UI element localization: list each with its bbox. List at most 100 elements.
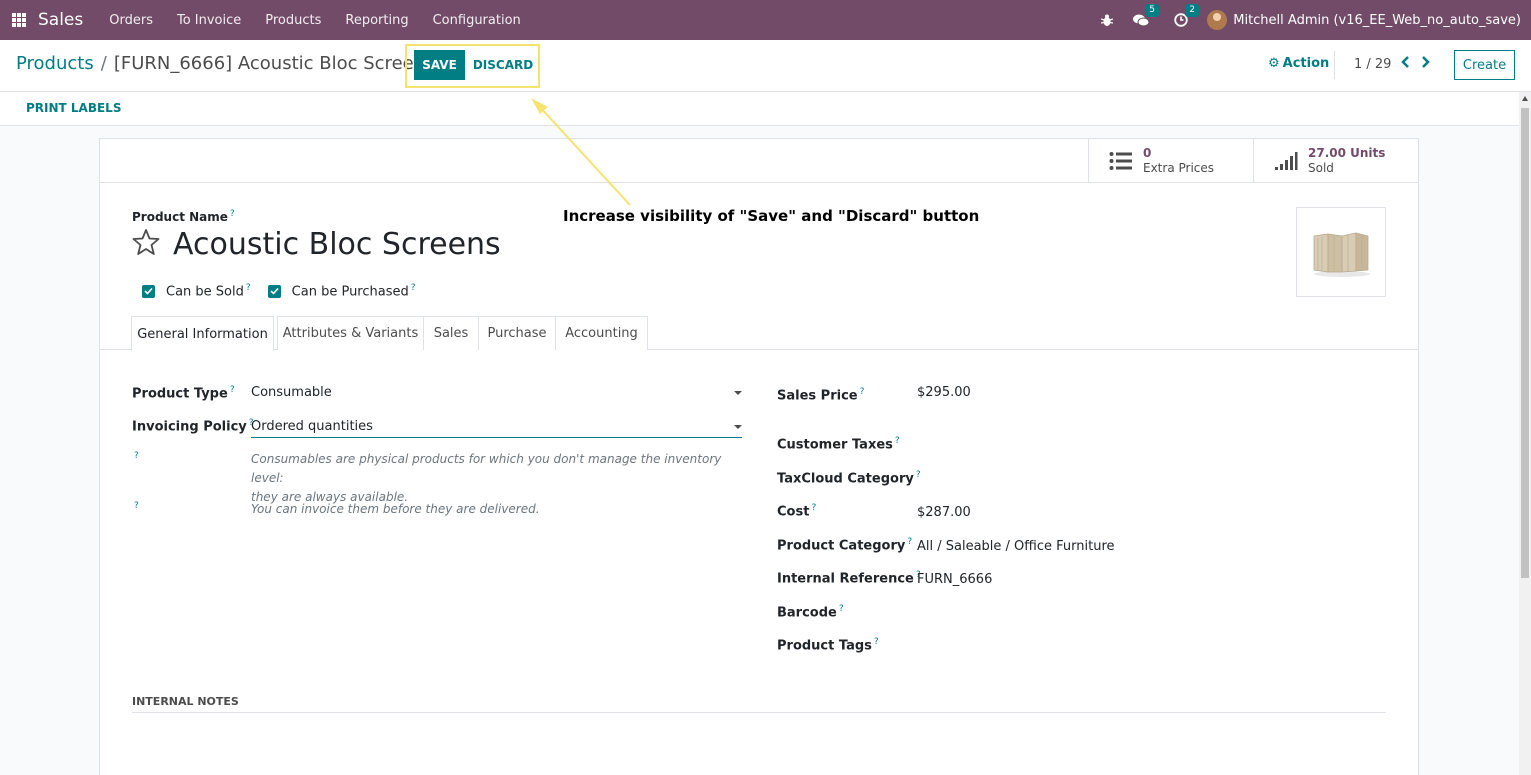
list-icon [1109,151,1133,171]
sales-price-value[interactable]: $295.00 [917,385,971,400]
product-flags: Can be Sold? Can be Purchased? [142,283,433,299]
help-icon[interactable]: ? [411,283,416,293]
help-icon[interactable]: ? [839,604,844,614]
app-name[interactable]: Sales [38,10,83,30]
help-icon[interactable]: ? [907,537,912,547]
product-name-label-text: Product Name [132,210,228,224]
product-name-value[interactable]: Acoustic Bloc Screens [173,227,501,262]
units-sold-value: 27.00 Units [1308,146,1386,160]
help-icon[interactable]: ? [916,470,921,480]
discard-button[interactable]: DISCARD [469,50,537,80]
product-category-label: Product Category? [777,537,912,553]
menu-configuration[interactable]: Configuration [421,13,533,28]
pager-value[interactable]: 1 / 29 [1354,57,1391,72]
statusbar: PRINT LABELS [0,92,1519,126]
can-be-purchased-checkbox[interactable] [267,284,281,298]
help-icon[interactable]: ? [134,501,139,511]
product-type-value: Consumable [251,385,332,400]
can-be-sold-checkbox[interactable] [142,284,155,298]
tab-accounting[interactable]: Accounting [555,316,648,350]
internal-reference-label: Internal Reference? [777,570,921,586]
cost-value[interactable]: $287.00 [917,505,971,520]
product-tags-label-text: Product Tags [777,638,872,654]
product-type-label-text: Product Type [132,386,228,402]
internal-notes-divider [132,712,1386,713]
invoicing-policy-label-text: Invoicing Policy [132,419,247,435]
chevron-down-icon [734,425,742,429]
sales-price-label-text: Sales Price [777,388,858,404]
scrollbar[interactable] [1519,92,1531,775]
help-icon[interactable]: ? [895,436,900,446]
can-be-purchased-text: Can be Purchased [291,284,409,300]
product-name-label: Product Name? [132,209,235,224]
internal-reference-value[interactable]: FURN_6666 [917,572,992,587]
internal-reference-label-text: Internal Reference [777,571,914,587]
units-sold-button[interactable]: 27.00 Units Sold [1253,139,1419,183]
pager-prev-icon[interactable] [1400,55,1410,73]
print-labels-button[interactable]: PRINT LABELS [26,101,121,115]
breadcrumb-current: [FURN_6666] Acoustic Bloc Screens [113,53,435,74]
product-category-label-text: Product Category [777,538,906,554]
invoice-note: You can invoice them before they are del… [251,502,540,516]
tab-purchase[interactable]: Purchase [478,316,556,350]
help-icon[interactable]: ? [230,385,235,395]
control-divider [1334,51,1335,79]
pager-next-icon[interactable] [1421,55,1431,73]
internal-notes-heading: INTERNAL NOTES [132,695,239,708]
tab-sales[interactable]: Sales [423,316,479,350]
help-icon[interactable]: ? [874,637,879,647]
breadcrumb-products-link[interactable]: Products [16,53,94,74]
smart-button-box: 0 Extra Prices 27.00 Units Sold [100,139,1418,183]
menu-reporting[interactable]: Reporting [333,13,420,28]
tab-attributes-variants[interactable]: Attributes & Variants [277,316,424,350]
action-label: Action [1282,56,1330,71]
form-sheet: 0 Extra Prices 27.00 Units Sold Product … [99,138,1419,775]
invoicing-policy-label: Invoicing Policy? [132,418,254,434]
messages-badge: 5 [1145,4,1159,17]
top-navbar: Sales Orders To Invoice Products Reporti… [0,0,1531,40]
invoicing-policy-select[interactable]: Ordered quantities [251,418,742,438]
messages-icon[interactable]: 5 [1133,4,1159,28]
activities-badge: 2 [1185,4,1199,17]
breadcrumb: Products / [FURN_6666] Acoustic Bloc Scr… [16,53,435,74]
create-button[interactable]: Create [1454,50,1515,80]
systray: 5 2 Mitchell Admin (v16_EE_Web_no_auto_s… [1081,0,1521,40]
help-icon[interactable]: ? [811,503,816,513]
menu-to-invoice[interactable]: To Invoice [165,13,253,28]
help-icon[interactable]: ? [134,451,139,461]
scroll-up-arrow-icon[interactable] [1522,96,1528,101]
cost-label: Cost? [777,503,816,519]
can-be-purchased-label: Can be Purchased? [292,283,416,299]
save-button[interactable]: SAVE [414,50,465,80]
extra-prices-value: 0 [1143,146,1152,160]
annotation-text: Increase visibility of "Save" and "Disca… [563,207,980,225]
help-icon[interactable]: ? [230,209,235,219]
extra-prices-button[interactable]: 0 Extra Prices [1088,139,1254,183]
product-category-value[interactable]: All / Saleable / Office Furniture [917,539,1115,554]
signal-bars-icon [1274,151,1298,171]
menu-orders[interactable]: Orders [97,13,165,28]
activities-clock-icon[interactable]: 2 [1173,4,1199,28]
invoicing-policy-value: Ordered quantities [251,419,373,434]
favorite-star-icon[interactable] [131,228,161,260]
can-be-sold-label: Can be Sold? [166,283,251,299]
help-icon[interactable]: ? [246,283,251,293]
barcode-label-text: Barcode [777,605,837,621]
consumable-note-line-1: Consumables are physical products for wh… [251,452,722,485]
taxcloud-category-label-text: TaxCloud Category [777,471,914,487]
apps-menu-icon[interactable] [12,13,26,27]
bug-icon[interactable] [1099,12,1115,28]
user-avatar[interactable] [1207,10,1228,30]
taxcloud-category-label: TaxCloud Category? [777,470,921,486]
user-name[interactable]: Mitchell Admin (v16_EE_Web_no_auto_save) [1233,13,1521,28]
product-image[interactable] [1296,207,1386,297]
cost-label-text: Cost [777,504,810,520]
help-icon[interactable]: ? [860,387,865,397]
menu-products[interactable]: Products [253,13,333,28]
tab-general-information[interactable]: General Information [131,316,274,351]
product-type-select[interactable]: Consumable [251,384,742,404]
sales-price-label: Sales Price? [777,387,864,403]
action-button[interactable]: ⚙ Action [1268,56,1329,71]
scroll-thumb[interactable] [1521,108,1529,578]
breadcrumb-separator: / [100,53,107,74]
